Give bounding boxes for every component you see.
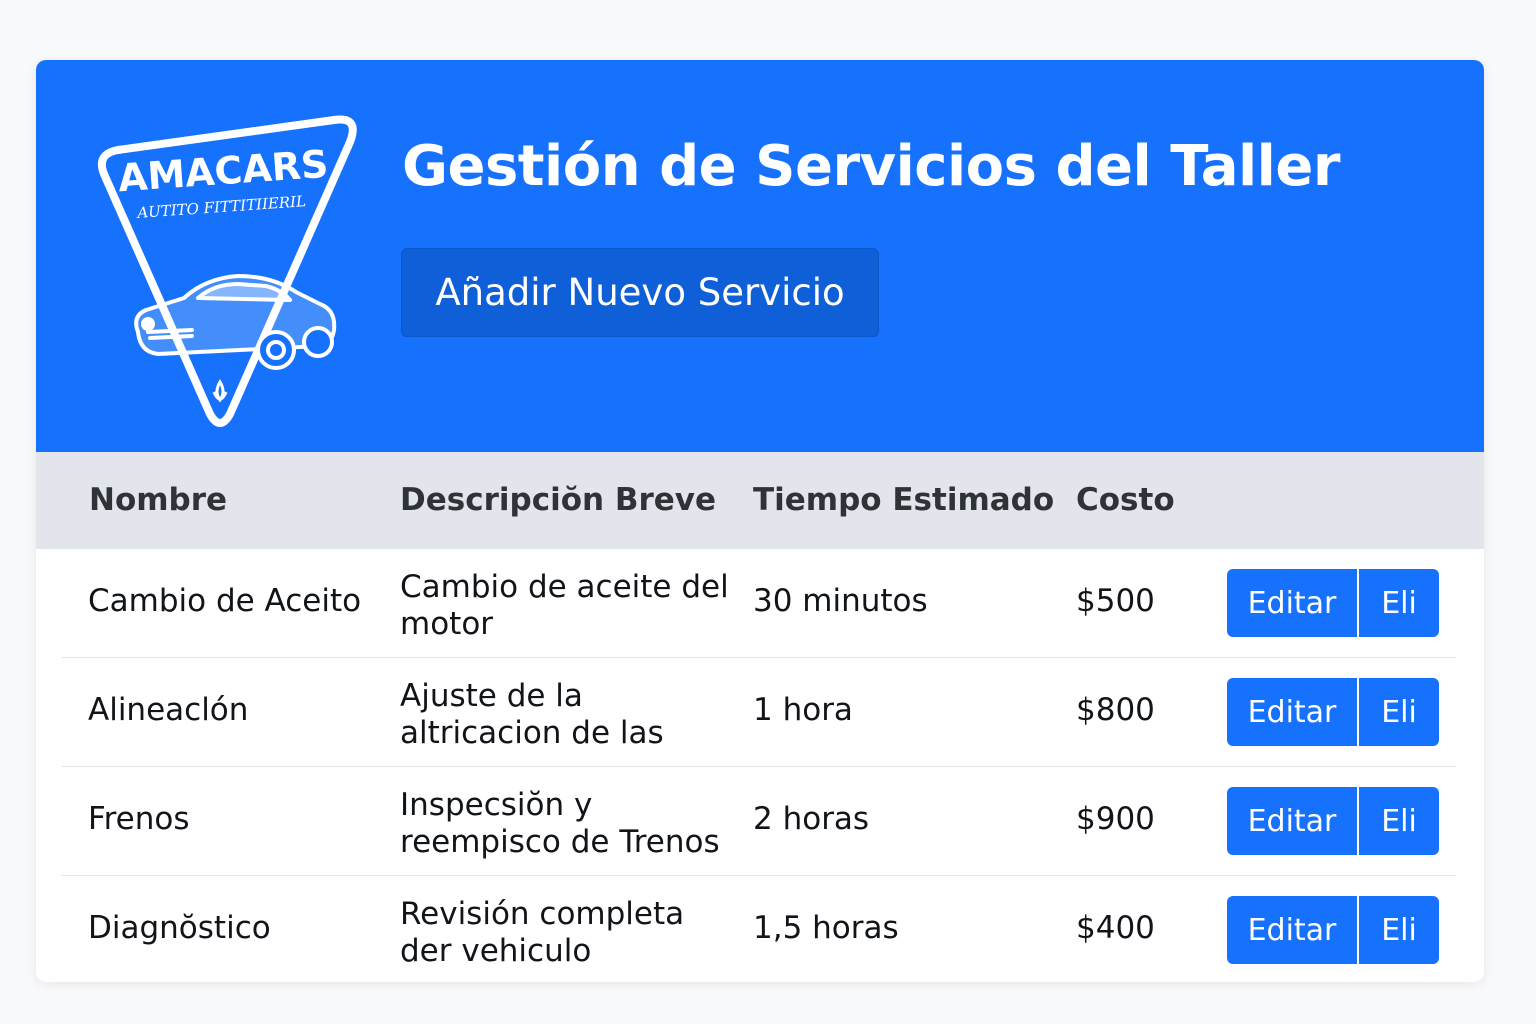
service-description: Revisión completa der vehiculo bbox=[400, 896, 685, 969]
service-time: 1,5 horas bbox=[753, 910, 899, 946]
service-name: Diagnŏstico bbox=[88, 910, 271, 946]
column-header-name: Nombre bbox=[89, 482, 228, 518]
service-time: 1 hora bbox=[753, 692, 853, 728]
table-body: Cambio de Aceito Cambio de aceite del mo… bbox=[36, 549, 1484, 982]
table-row: Diagnŏstico Revisión completa der vehicu… bbox=[61, 876, 1456, 982]
service-description: Ajuste de la altricacion de las bbox=[400, 678, 664, 751]
delete-button[interactable]: Eli bbox=[1359, 896, 1439, 964]
services-card: AMACARS AUTITO FITTITIIERIL Gestión de S… bbox=[36, 60, 1484, 982]
row-actions: Editar Eli bbox=[1227, 678, 1439, 746]
header: AMACARS AUTITO FITTITIIERIL Gestión de S… bbox=[36, 60, 1484, 452]
service-name: Frenos bbox=[88, 801, 190, 837]
service-name: Cambio de Aceito bbox=[88, 583, 362, 619]
delete-button[interactable]: Eli bbox=[1359, 787, 1439, 855]
table-row: Cambio de Aceito Cambio de aceite del mo… bbox=[61, 549, 1456, 658]
delete-button[interactable]: Eli bbox=[1359, 678, 1439, 746]
row-actions: Editar Eli bbox=[1227, 896, 1439, 964]
table-row: Alineaclón Ajuste de la altricacion de l… bbox=[61, 658, 1456, 767]
service-cost: $800 bbox=[1076, 692, 1155, 728]
add-service-button[interactable]: Añadir Nuevo Servicio bbox=[401, 248, 879, 337]
row-actions: Editar Eli bbox=[1227, 569, 1439, 637]
column-header-cost: Costo bbox=[1076, 482, 1175, 518]
row-actions: Editar Eli bbox=[1227, 787, 1439, 855]
amacars-logo: AMACARS AUTITO FITTITIIERIL bbox=[97, 115, 357, 427]
page-title: Gestión de Servicios del Taller bbox=[402, 134, 1340, 199]
service-name: Alineaclón bbox=[88, 692, 249, 728]
column-header-time: Tiempo Estimado bbox=[753, 482, 1055, 518]
table-row: Frenos Inspecsiŏn y reempisco de Trenos … bbox=[61, 767, 1456, 876]
service-time: 30 minutos bbox=[753, 583, 928, 619]
edit-button[interactable]: Editar bbox=[1227, 787, 1357, 855]
service-cost: $900 bbox=[1076, 801, 1155, 837]
service-description: Cambio de aceite del motor bbox=[400, 569, 729, 642]
service-time: 2 horas bbox=[753, 801, 870, 837]
edit-button[interactable]: Editar bbox=[1227, 896, 1357, 964]
edit-button[interactable]: Editar bbox=[1227, 678, 1357, 746]
column-header-description: Descripciŏn Breve bbox=[400, 482, 717, 518]
service-cost: $400 bbox=[1076, 910, 1155, 946]
edit-button[interactable]: Editar bbox=[1227, 569, 1357, 637]
service-description: Inspecsiŏn y reempisco de Trenos bbox=[400, 787, 720, 860]
delete-button[interactable]: Eli bbox=[1359, 569, 1439, 637]
table-header: Nombre Descripciŏn Breve Tiempo Estimado… bbox=[36, 452, 1484, 549]
svg-text:AMACARS: AMACARS bbox=[117, 142, 330, 201]
service-cost: $500 bbox=[1076, 583, 1155, 619]
